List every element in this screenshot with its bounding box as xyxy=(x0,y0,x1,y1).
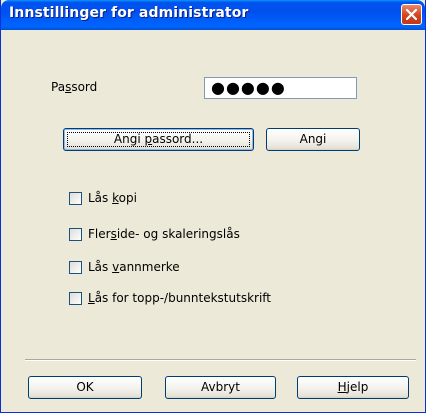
lock-header-footer-label[interactable]: Lås for topp-/bunntekstutskrift xyxy=(88,291,271,305)
multipage-scaling-lock-checkbox[interactable] xyxy=(69,228,82,241)
lock-watermark-label[interactable]: Lås vannmerke xyxy=(88,260,180,274)
dialog-title: Innstillinger for administrator xyxy=(9,5,249,21)
password-label: Passord xyxy=(51,80,98,94)
set-password-button[interactable]: Angi passord... xyxy=(63,128,254,151)
lock-header-footer-checkbox[interactable] xyxy=(69,292,82,305)
lock-copy-checkbox[interactable] xyxy=(69,192,82,205)
help-button[interactable]: Hjelp xyxy=(297,376,409,399)
password-input[interactable]: ●●●●● xyxy=(204,77,357,99)
admin-settings-dialog: Innstillinger for administrator Passord … xyxy=(0,0,426,413)
footer-separator xyxy=(25,359,416,361)
lock-copy-label[interactable]: Lås kopi xyxy=(88,191,137,205)
ok-button[interactable]: OK xyxy=(28,376,142,399)
lock-watermark-checkbox[interactable] xyxy=(69,261,82,274)
set-button[interactable]: Angi xyxy=(266,128,360,151)
cancel-button[interactable]: Avbryt xyxy=(165,376,276,399)
focus-rect xyxy=(67,132,250,147)
multipage-scaling-lock-label[interactable]: Flerside- og skaleringslås xyxy=(88,227,240,241)
close-icon xyxy=(406,9,417,20)
close-button[interactable] xyxy=(401,4,422,25)
title-bar[interactable]: Innstillinger for administrator xyxy=(1,0,425,30)
